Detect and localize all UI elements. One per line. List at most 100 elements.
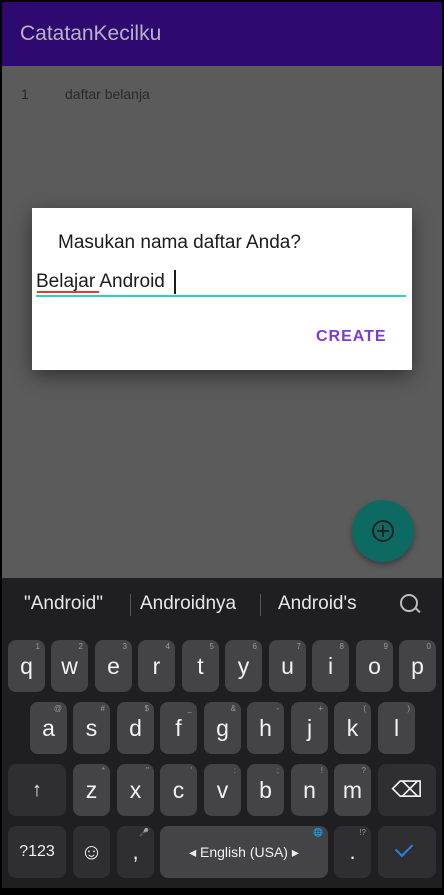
key-hint: - (276, 704, 279, 713)
key-hint: 5 (209, 642, 214, 651)
period-key[interactable]: .!? (334, 826, 371, 878)
list-item[interactable]: 1 daftar belanja (2, 86, 442, 110)
key-label: t (197, 653, 204, 679)
key-y[interactable]: y6 (225, 640, 262, 692)
key-n[interactable]: n! (291, 764, 328, 816)
key-g[interactable]: g & (204, 702, 241, 754)
key-i[interactable]: i8 (312, 640, 349, 692)
suggestion-1[interactable]: "Android" (24, 593, 103, 615)
key-q[interactable]: q1 (8, 640, 45, 692)
suggestion-divider (260, 594, 261, 616)
key-hint: @ (53, 704, 62, 713)
key-u[interactable]: u7 (269, 640, 306, 692)
key-o[interactable]: o9 (356, 640, 393, 692)
key-hint: " (146, 766, 149, 775)
input-underline (36, 295, 406, 297)
key-hint: * (101, 766, 105, 775)
key-label: x (129, 777, 142, 803)
key-h[interactable]: h- (247, 702, 284, 754)
key-hint: ; (276, 766, 279, 775)
key-l[interactable]: l) (378, 702, 415, 754)
key-label: h (259, 715, 272, 741)
key-v[interactable]: v: (204, 764, 241, 816)
key-label: z (85, 777, 98, 803)
key-hint: _ (187, 704, 192, 713)
key-hint: ! (320, 766, 323, 775)
key-label: s (85, 715, 98, 741)
key-label: w (61, 653, 78, 679)
key-w[interactable]: w2 (51, 640, 88, 692)
key-label: , (132, 839, 139, 864)
key-k[interactable]: k( (334, 702, 371, 754)
key-label: o (368, 653, 381, 679)
key-f[interactable]: f _ (160, 702, 197, 754)
key-e[interactable]: e3 (95, 640, 132, 692)
key-t[interactable]: t5 (182, 640, 219, 692)
key-label: b (259, 777, 272, 803)
search-icon[interactable] (400, 594, 418, 612)
key-label: ◂ English (USA) ▸ (189, 844, 299, 860)
key-d[interactable]: d $ (117, 702, 154, 754)
key-x[interactable]: x " (117, 764, 154, 816)
key-hint: !? (359, 828, 366, 837)
list-name-input[interactable] (36, 266, 406, 298)
suggestion-2[interactable]: Androidnya (140, 593, 236, 615)
comma-key[interactable]: , 🎤 (117, 826, 154, 878)
key-s[interactable]: s # (73, 702, 110, 754)
emoji-icon: ☺ (80, 839, 103, 864)
key-hint: + (318, 704, 323, 713)
navigation-bar (0, 888, 444, 895)
key-label: . (349, 839, 356, 864)
key-label: v (216, 777, 229, 803)
key-z[interactable]: z * (73, 764, 110, 816)
key-r[interactable]: r4 (138, 640, 175, 692)
enter-key[interactable] (378, 826, 436, 878)
key-label: d (129, 715, 142, 741)
add-circle-icon (372, 520, 394, 542)
key-a[interactable]: a @ (30, 702, 67, 754)
key-hint: 9 (383, 642, 388, 651)
add-fab-button[interactable] (352, 500, 414, 562)
key-hint: ? (361, 766, 366, 775)
key-label: e (107, 653, 120, 679)
key-p[interactable]: p0 (399, 640, 436, 692)
key-label: j (306, 715, 313, 741)
key-hint: ' (190, 766, 192, 775)
key-hint: & (230, 704, 236, 713)
key-b[interactable]: b; (247, 764, 284, 816)
list-item-name: daftar belanja (65, 86, 150, 102)
text-caret (174, 270, 176, 294)
key-hint: $ (144, 704, 149, 713)
shift-key[interactable]: ↑ (8, 764, 66, 816)
backspace-key[interactable]: ⌫ (378, 764, 436, 816)
key-hint: ( (363, 704, 366, 713)
app-title: CatatanKecilku (20, 22, 162, 45)
key-label: c (172, 777, 185, 803)
suggestion-3[interactable]: Android's (278, 593, 357, 615)
globe-icon: 🌐 (313, 828, 323, 837)
spellcheck-underline (37, 291, 99, 293)
key-label: g (216, 715, 229, 741)
key-m[interactable]: m? (334, 764, 371, 816)
emoji-key[interactable]: ☺ (73, 826, 110, 878)
key-hint: 0 (426, 642, 431, 651)
key-label: ↑ (32, 779, 42, 801)
space-key[interactable]: ◂ English (USA) ▸ 🌐 (160, 826, 328, 878)
create-list-dialog: Masukan nama daftar Anda? CREATE (32, 208, 412, 370)
dialog-title: Masukan nama daftar Anda? (58, 232, 301, 253)
key-hint: 6 (252, 642, 257, 651)
key-label: a (42, 715, 55, 741)
app-screen: CatatanKecilku 1 daftar belanja Masukan … (2, 2, 442, 890)
numbers-key[interactable]: ?123 (8, 826, 66, 878)
key-label: ?123 (19, 843, 55, 860)
key-label: q (20, 653, 33, 679)
create-button[interactable]: CREATE (316, 328, 387, 352)
check-icon (394, 838, 414, 858)
key-c[interactable]: c ' (160, 764, 197, 816)
key-label: k (346, 715, 359, 741)
list-item-number: 1 (21, 86, 29, 102)
key-hint: ) (407, 704, 410, 713)
key-label: y (237, 653, 250, 679)
key-j[interactable]: j + (291, 702, 328, 754)
key-hint: : (233, 766, 236, 775)
